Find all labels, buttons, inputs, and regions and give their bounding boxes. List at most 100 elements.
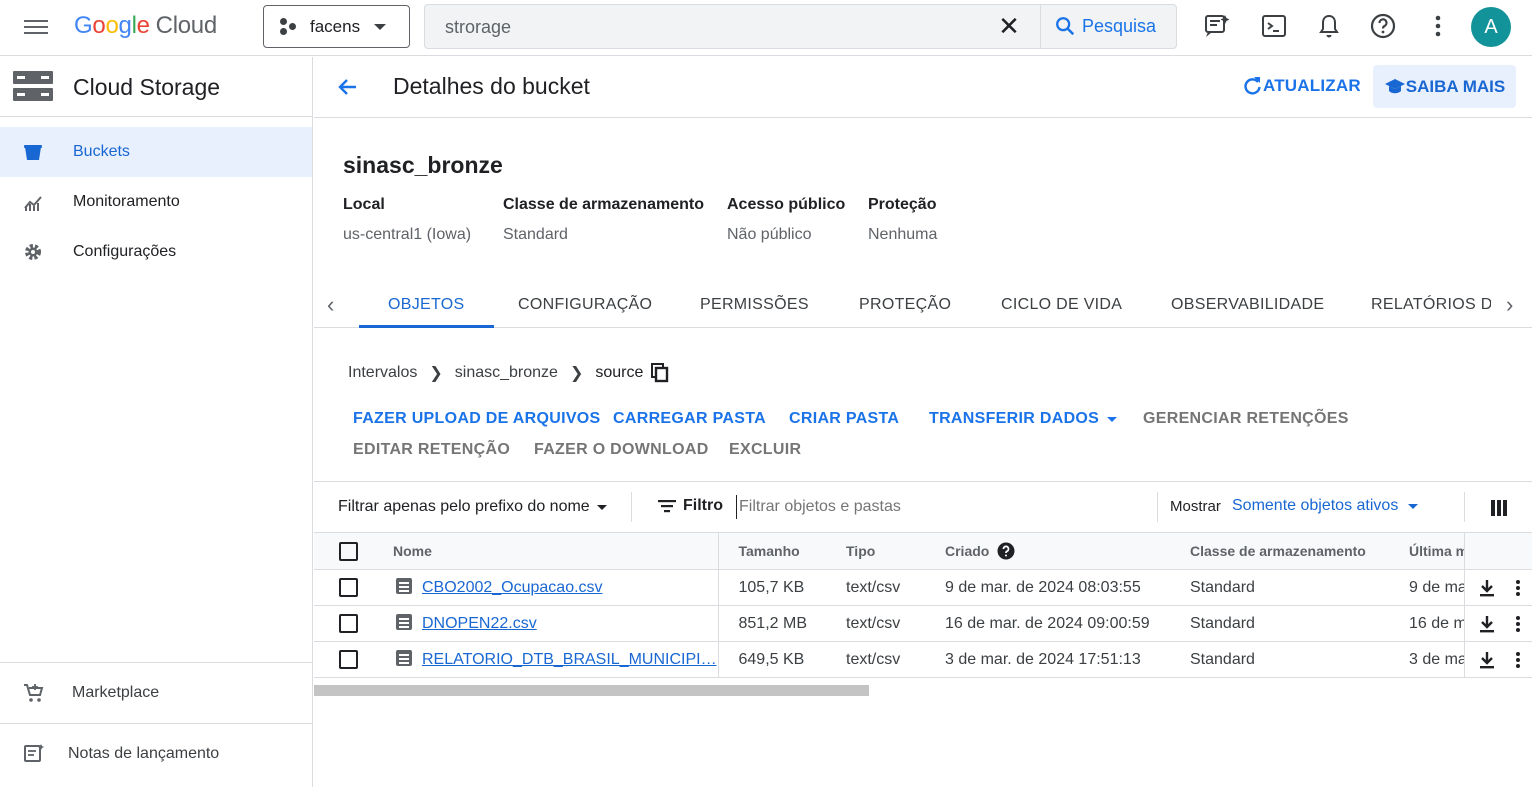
project-name: facens [310,16,361,36]
object-name-link[interactable]: DNOPEN22.csv [422,615,537,632]
terminal-icon[interactable] [1260,12,1288,40]
object-last-modified: 3 de ma [1389,641,1464,678]
sidebar-item-label: Configurações [73,243,177,260]
more-vert-icon[interactable] [1513,650,1523,670]
refresh-icon [1244,77,1261,95]
row-checkbox[interactable] [339,578,358,597]
more-vert-icon[interactable] [1513,578,1523,598]
file-icon [396,650,412,666]
page-header: Detalhes do bucket ATUALIZAR SAIBA MAIS [314,57,1532,118]
download-icon[interactable] [1477,650,1497,670]
object-type: text/csv [826,605,925,642]
storage-icon [13,71,53,101]
avatar[interactable]: A [1471,7,1511,47]
search-box: ✕ Pesquisa [424,4,1177,49]
download-button[interactable]: FAZER O DOWNLOAD [534,441,709,459]
caret-down-icon [1408,503,1419,509]
learn-more-label: SAIBA MAIS [1405,76,1506,96]
column-header-created[interactable]: Criado [925,532,1170,570]
search-input[interactable] [445,15,1005,39]
breadcrumb: Intervalos ❯ sinasc_bronze ❯ source [348,363,669,383]
edit-retention-button[interactable]: EDITAR RETENÇÃO [353,441,510,459]
help-icon[interactable] [997,542,1015,560]
school-icon [1384,78,1405,93]
row-checkbox[interactable] [339,614,358,633]
tab-permissions[interactable]: PERMISSÕES [700,284,809,328]
tab-lifecycle[interactable]: CICLO DE VIDA [1001,284,1122,328]
search-button[interactable]: Pesquisa [1054,15,1156,37]
object-created: 3 de mar. de 2024 17:51:13 [925,641,1170,678]
notes-icon [24,744,44,762]
horizontal-scrollbar[interactable] [314,685,869,696]
object-created: 16 de mar. de 2024 09:00:59 [925,605,1170,642]
chevron-down-icon [374,23,387,30]
more-vert-icon[interactable] [1513,614,1523,634]
filter-bar: Filtrar apenas pelo prefixo do nome Filt… [314,481,1532,533]
sidebar-item-release-notes[interactable]: Notas de lançamento [0,723,312,783]
object-name-link[interactable]: RELATORIO_DTB_BRASIL_MUNICIPI… [422,651,717,668]
breadcrumb-bucket[interactable]: sinasc_bronze [455,364,558,382]
create-folder-button[interactable]: CRIAR PASTA [789,410,899,428]
upload-folder-button[interactable]: CARREGAR PASTA [613,410,766,428]
meta-location: Local us-central1 (Iowa) [343,196,472,243]
tab-observability[interactable]: OBSERVABILIDADE [1171,284,1324,328]
tab-reports[interactable]: RELATÓRIOS DE [1371,284,1491,328]
object-last-modified: 9 de ma [1389,569,1464,606]
meta-storage-class: Classe de armazenamento Standard [503,196,704,243]
release-notes-icon[interactable] [1203,12,1231,40]
refresh-label: ATUALIZAR [1263,76,1361,95]
transfer-data-button[interactable]: TRANSFERIR DADOS [929,410,1118,428]
project-icon [280,17,298,36]
column-header-storage-class[interactable]: Classe de armazenamento [1170,532,1389,570]
bell-icon[interactable] [1315,12,1343,40]
show-dropdown[interactable]: Somente objetos ativos [1232,497,1419,515]
object-created: 9 de mar. de 2024 08:03:55 [925,569,1170,606]
objects-table: Nome Tamanho Tipo Criado Classe de armaz… [314,532,1532,678]
table-row: DNOPEN22.csv 851,2 MB text/csv 16 de mar… [314,605,1532,642]
filter-input[interactable] [736,495,1136,519]
tab-protection[interactable]: PROTEÇÃO [859,284,951,328]
chevron-left-icon[interactable]: ‹ [327,294,347,316]
sidebar-item-monitoring[interactable]: Monitoramento [0,177,312,227]
help-icon[interactable] [1369,12,1397,40]
refresh-button[interactable]: ATUALIZAR [1241,75,1361,97]
object-storage-class: Standard [1170,569,1389,606]
delete-button[interactable]: EXCLUIR [729,441,801,459]
object-name-link[interactable]: CBO2002_Ocupacao.csv [422,579,603,596]
column-header-size[interactable]: Tamanho [717,532,826,570]
google-cloud-logo[interactable]: Google Cloud [74,12,217,40]
download-icon[interactable] [1477,614,1497,634]
sidebar-item-buckets[interactable]: Buckets [0,127,312,177]
column-header-name[interactable]: Nome [383,532,718,570]
sidebar-item-label: Buckets [73,143,130,160]
column-display-icon[interactable] [1491,500,1507,516]
row-checkbox[interactable] [339,650,358,669]
main-content: Detalhes do bucket ATUALIZAR SAIBA MAIS … [314,57,1532,787]
sidebar-item-marketplace[interactable]: Marketplace [0,662,312,722]
bucket-icon [24,145,42,160]
menu-icon[interactable] [24,17,48,37]
upload-files-button[interactable]: FAZER UPLOAD DE ARQUIVOS [353,410,601,428]
filter-label: Filtro [657,497,723,515]
copy-icon[interactable] [651,363,669,383]
bucket-name: sinasc_bronze [343,152,503,178]
tab-objects[interactable]: OBJETOS [359,284,494,328]
column-header-last-modified[interactable]: Última m [1389,532,1464,570]
column-header-type[interactable]: Tipo [826,532,925,570]
chevron-right-icon[interactable]: › [1506,294,1526,316]
download-icon[interactable] [1477,578,1497,598]
breadcrumb-buckets[interactable]: Intervalos [348,364,417,382]
file-icon [396,578,412,594]
project-selector[interactable]: facens [263,5,410,48]
close-icon[interactable]: ✕ [997,13,1021,39]
back-arrow-icon[interactable] [336,75,360,99]
more-vert-icon[interactable] [1425,12,1451,40]
show-label: Mostrar [1170,498,1221,515]
tab-configuration[interactable]: CONFIGURAÇÃO [518,284,652,328]
learn-more-button[interactable]: SAIBA MAIS [1373,65,1516,108]
sidebar-item-label: Notas de lançamento [68,744,220,762]
prefix-filter-dropdown[interactable]: Filtrar apenas pelo prefixo do nome [338,498,607,516]
select-all-checkbox[interactable] [339,541,358,561]
manage-retention-button[interactable]: GERENCIAR RETENÇÕES [1143,410,1349,428]
sidebar-item-settings[interactable]: Configurações [0,227,312,277]
